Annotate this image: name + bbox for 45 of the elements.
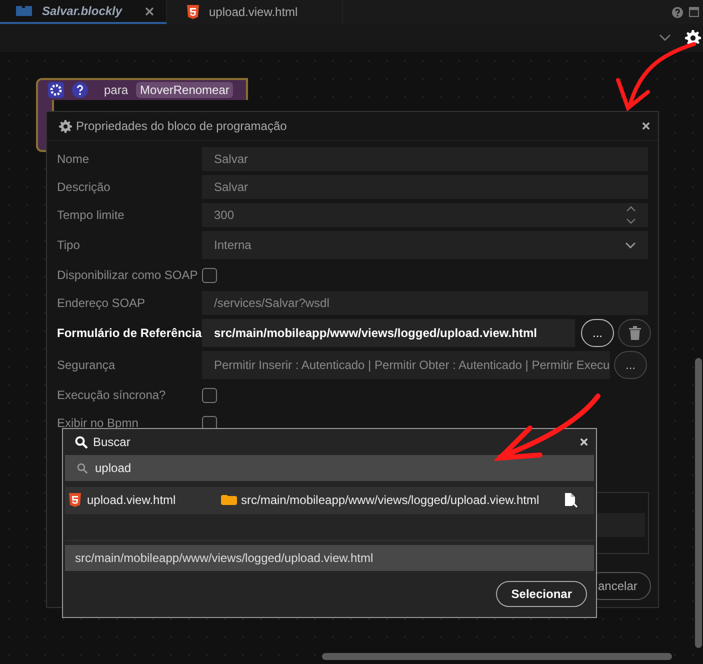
field-label: Descrição [57, 180, 112, 194]
file-name: upload.view.html [87, 493, 176, 507]
close-icon[interactable] [145, 6, 154, 16]
field-label: Execução síncrona? [57, 388, 167, 402]
function-name-field[interactable]: MoverRenomear [136, 82, 234, 98]
field-label: Tempo limite [57, 208, 126, 222]
chevron-down-icon[interactable] [659, 34, 671, 42]
field-label: Segurança [57, 358, 116, 372]
function-block[interactable]: para MoverRenomear [36, 78, 248, 100]
html5-icon [69, 493, 81, 507]
scrollbar[interactable] [322, 653, 672, 660]
field-label: Tipo [57, 238, 81, 252]
select-button[interactable]: Selecionar [496, 581, 587, 607]
result-row[interactable]: upload.view.html src/main/mobileapp/www/views/logged/upload.view.html [65, 487, 594, 513]
chevron-down-icon [625, 242, 636, 248]
delete-button[interactable] [618, 319, 651, 347]
dialog-title: Buscar [93, 435, 130, 449]
trash-icon [628, 326, 640, 340]
puzzle-icon [16, 5, 32, 17]
window-icon[interactable] [689, 7, 699, 17]
html5-icon [187, 5, 199, 19]
field-label: Nome [57, 152, 90, 166]
gear-icon[interactable] [48, 82, 64, 98]
settings-icon [59, 120, 72, 132]
close-icon[interactable] [642, 122, 650, 130]
field-label: Formulário de Referência [57, 326, 202, 340]
dialog-title: Propriedades do bloco de programação [76, 119, 287, 133]
field-label: Exibir no Bpmn [57, 416, 140, 430]
block-keyword: para [104, 83, 128, 97]
browse-button[interactable]: ... [581, 319, 614, 347]
folder-icon [221, 495, 237, 505]
help-icon[interactable] [72, 82, 88, 98]
search-field[interactable]: upload [65, 455, 594, 481]
file-edit-icon[interactable] [565, 492, 578, 508]
scrollbar[interactable] [695, 358, 702, 648]
selected-path: src/main/mobileapp/www/views/logged/upload.view.html [65, 545, 594, 571]
close-icon[interactable] [580, 438, 588, 446]
text-field[interactable]: src/main/mobileapp/www/views/logged/upload.view.html [202, 319, 575, 347]
settings-icon[interactable] [685, 30, 701, 46]
editor-tab[interactable]: Salvar.blockly [0, 0, 167, 24]
file-path: src/main/mobileapp/www/views/logged/upload.view.html [241, 493, 540, 507]
search-icon [77, 462, 88, 474]
field-label: Disponibilizar como SOAP [57, 268, 199, 282]
field-label: Endereço SOAP [57, 296, 146, 310]
search-icon [75, 436, 88, 448]
